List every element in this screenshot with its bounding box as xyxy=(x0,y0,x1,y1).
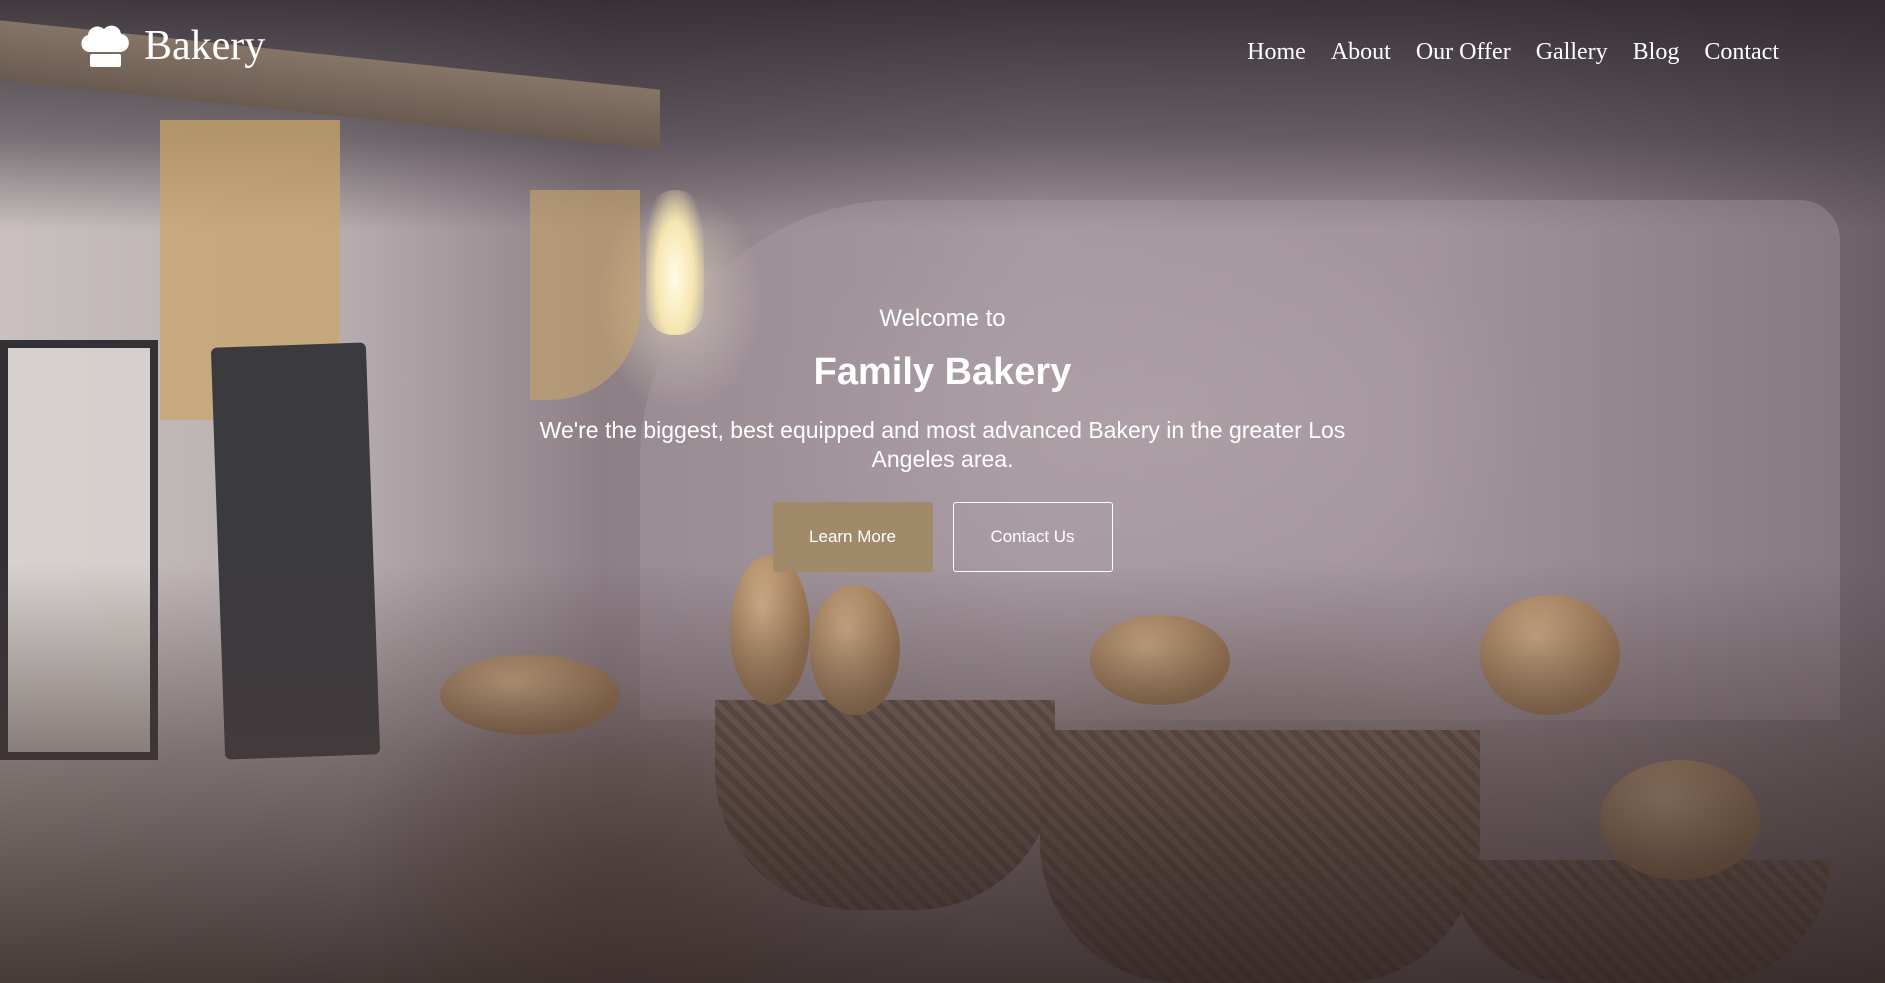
hero-content: Welcome to Family Bakery We're the bigge… xyxy=(0,305,1885,573)
hero-section: Bakery Home About Our Offer Gallery Blog… xyxy=(0,0,1885,983)
bread-loaf xyxy=(440,655,620,735)
chef-hat-icon xyxy=(76,22,134,70)
nav-home[interactable]: Home xyxy=(1247,38,1306,67)
nav-contact[interactable]: Contact xyxy=(1704,38,1779,67)
bread-basket xyxy=(715,700,1055,910)
nav-our-offer[interactable]: Our Offer xyxy=(1416,38,1511,67)
hero-description: We're the biggest, best equipped and mos… xyxy=(539,417,1346,473)
hero-title: Family Bakery xyxy=(813,351,1072,393)
bread-basket xyxy=(1450,860,1830,983)
contact-us-button[interactable]: Contact Us xyxy=(952,502,1113,573)
bread-basket xyxy=(1040,730,1480,983)
logo-link[interactable]: Bakery xyxy=(76,22,265,70)
bread-loaf xyxy=(810,585,900,715)
bread-loaf xyxy=(1090,615,1230,705)
hero-buttons: Learn More Contact Us xyxy=(0,502,1885,573)
bread-loaf xyxy=(1600,760,1760,880)
nav-about[interactable]: About xyxy=(1331,38,1391,67)
bread-loaf xyxy=(1480,595,1620,715)
learn-more-button[interactable]: Learn More xyxy=(772,502,933,573)
nav-gallery[interactable]: Gallery xyxy=(1536,38,1608,67)
logo-text: Bakery xyxy=(144,23,266,69)
main-nav: Home About Our Offer Gallery Blog Contac… xyxy=(1247,38,1779,67)
nav-blog[interactable]: Blog xyxy=(1633,38,1680,67)
bread-loaf xyxy=(730,555,810,705)
hero-kicker: Welcome to xyxy=(879,305,1006,332)
